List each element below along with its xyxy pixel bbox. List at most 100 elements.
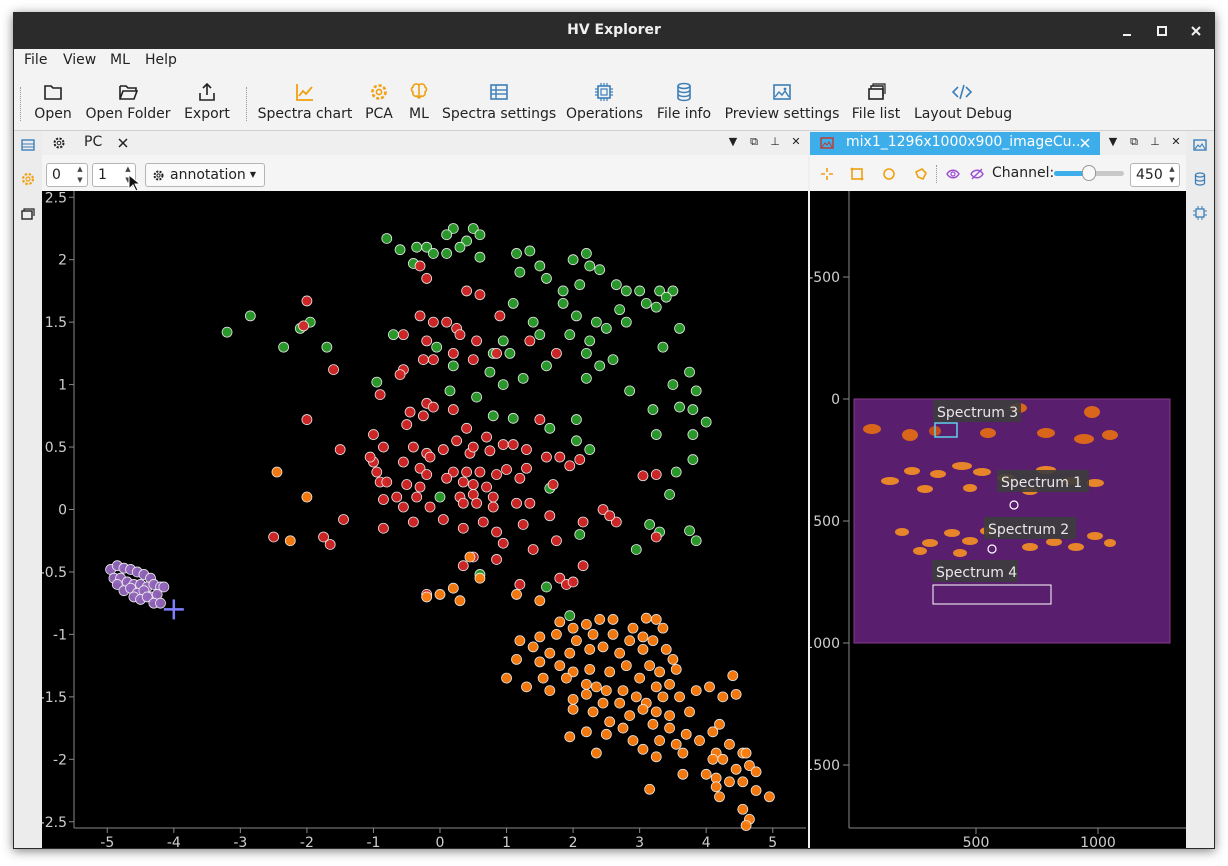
channel-slider[interactable] (1054, 165, 1124, 181)
scatter-point-red (457, 476, 469, 488)
channel-slider-handle[interactable] (1082, 165, 1096, 181)
scatter-point-red (338, 514, 349, 525)
rectangle-select-icon[interactable] (850, 167, 864, 181)
scatter-point-green (441, 229, 453, 241)
scatter-point-red (541, 451, 552, 463)
open-folder-button[interactable]: Open Folder (84, 73, 172, 129)
close-icon[interactable]: ✕ (1169, 135, 1183, 149)
scatter-point-orange (644, 660, 656, 672)
pca-label: PCA (365, 106, 393, 122)
scatter-point-green (534, 260, 546, 272)
operations-label: Operations (566, 106, 643, 122)
open-button[interactable]: Open (32, 73, 74, 129)
scatter-point-orange (677, 768, 689, 780)
database-icon[interactable] (1192, 171, 1208, 187)
scatter-point-orange (717, 691, 729, 703)
right-dock-strip (1186, 131, 1214, 848)
file-list-icon[interactable] (20, 205, 36, 221)
polygon-select-icon[interactable] (914, 167, 928, 181)
scatter-point-red (334, 444, 346, 455)
scatter-point-orange (694, 735, 705, 746)
pin-icon[interactable]: ⊥ (1148, 135, 1162, 149)
file-list-button[interactable]: File list (848, 73, 904, 129)
list-icon[interactable] (20, 137, 36, 153)
file-info-button[interactable]: File info (654, 73, 714, 129)
tab-pc[interactable]: PC (42, 132, 148, 155)
menu-bar: File View ML Help (14, 49, 1214, 73)
circle-select-icon[interactable] (882, 167, 896, 181)
x-axis-ticks: 500 1000 (963, 828, 1116, 848)
pca-chart-svg[interactable]: -5 -4 -3 -2 -1 0 1 2 3 4 5 -2.5 -2 -1.5 -1 -0.5 0 0.5 1 1.5… (40, 190, 808, 849)
y-tick-label: -1.5 (42, 690, 67, 706)
scatter-point-red (524, 335, 536, 347)
scatter-point-orange (677, 747, 689, 759)
menu-ml[interactable]: ML (110, 52, 130, 68)
scatter-point-green (581, 372, 592, 384)
gear-icon[interactable] (20, 171, 36, 187)
image-icon[interactable] (1192, 137, 1208, 153)
scatter-point-orange (534, 631, 546, 643)
export-button[interactable]: Export (182, 73, 232, 129)
close-icon[interactable] (118, 138, 128, 148)
y-tick-label: -2 (53, 752, 67, 768)
image-view-svg[interactable]: -500 0 500 1000 1500 500 1000 (804, 191, 1186, 849)
ml-label: ML (409, 106, 429, 122)
channel-spinbox[interactable]: 450 ▲ ▼ (1130, 163, 1180, 187)
scatter-point-orange (301, 491, 313, 503)
menu-view[interactable]: View (63, 52, 96, 68)
minimize-button[interactable] (1117, 21, 1137, 41)
spectra-settings-button[interactable]: Spectra settings (442, 73, 556, 129)
scatter-point-red (447, 347, 459, 359)
float-icon[interactable]: ⧉ (1127, 135, 1141, 149)
scatter-point-red (427, 354, 439, 366)
layout-debug-button[interactable]: Layout Debug (914, 73, 1012, 129)
maximize-button[interactable] (1152, 21, 1172, 41)
image-controls: Channel: 450 ▲ ▼ (810, 155, 1186, 191)
x-tick-label: 1 (502, 835, 511, 849)
hide-all-icon[interactable] (970, 167, 984, 181)
scatter-point-red (437, 444, 449, 455)
image-view[interactable]: -500 0 500 1000 1500 500 1000 (804, 191, 1186, 849)
scatter-point-green (471, 391, 483, 403)
tab-image-label: mix1_1296x1000x900_imageCu... (846, 134, 1085, 150)
preview-settings-button[interactable]: Preview settings (724, 73, 840, 129)
color-by-combo[interactable]: annotation ▼ (145, 163, 265, 187)
chevron-down-icon[interactable]: ▼ (1106, 135, 1120, 149)
pc-x-spinbox[interactable]: 0 ▲ ▼ (46, 163, 88, 187)
show-all-icon[interactable] (946, 167, 960, 181)
ml-button[interactable]: ML (404, 73, 434, 129)
close-button[interactable] (1186, 21, 1206, 41)
scatter-point-green (371, 376, 383, 388)
scatter-point-green (584, 260, 596, 272)
menu-help[interactable]: Help (145, 52, 177, 68)
chevron-down-icon[interactable]: ▼ (726, 135, 740, 149)
scatter-point-orange (511, 589, 522, 600)
scatter-point-red (650, 469, 662, 480)
scatter-point-red (521, 444, 532, 455)
scatter-point-red (424, 451, 436, 463)
database-icon (677, 82, 691, 102)
tab-image[interactable]: mix1_1296x1000x900_imageCu... (810, 132, 1100, 155)
scatter-point-red (378, 494, 389, 505)
scatter-point-orange (740, 820, 752, 831)
scatter-point-orange (527, 641, 539, 653)
pca-button[interactable]: PCA (360, 73, 398, 129)
chip-icon[interactable] (1192, 205, 1208, 221)
close-icon[interactable] (1080, 138, 1090, 148)
crosshair-icon[interactable] (820, 167, 834, 181)
spin-arrows-icon[interactable]: ▲ ▼ (1165, 164, 1179, 186)
scatter-point-red (461, 422, 473, 434)
operations-button[interactable]: Operations (566, 73, 643, 129)
scatter-point-red (577, 516, 589, 528)
float-icon[interactable]: ⧉ (747, 135, 761, 149)
scatter-point-orange (724, 776, 735, 788)
maximize-icon (1157, 26, 1167, 36)
spectra-chart-button[interactable]: Spectra chart (257, 73, 353, 129)
spin-arrows-icon[interactable]: ▲ ▼ (73, 164, 87, 186)
menu-file[interactable]: File (24, 52, 47, 68)
pca-scatter-plot[interactable]: -5 -4 -3 -2 -1 0 1 2 3 4 5 -2.5 -2 -1.5 -1 -0.5 0 0.5 1 1.5… (40, 190, 808, 849)
pin-icon[interactable]: ⊥ (768, 135, 782, 149)
close-icon[interactable]: ✕ (789, 135, 803, 149)
scatter-point-green (524, 245, 536, 257)
scatter-point-orange (544, 685, 556, 697)
